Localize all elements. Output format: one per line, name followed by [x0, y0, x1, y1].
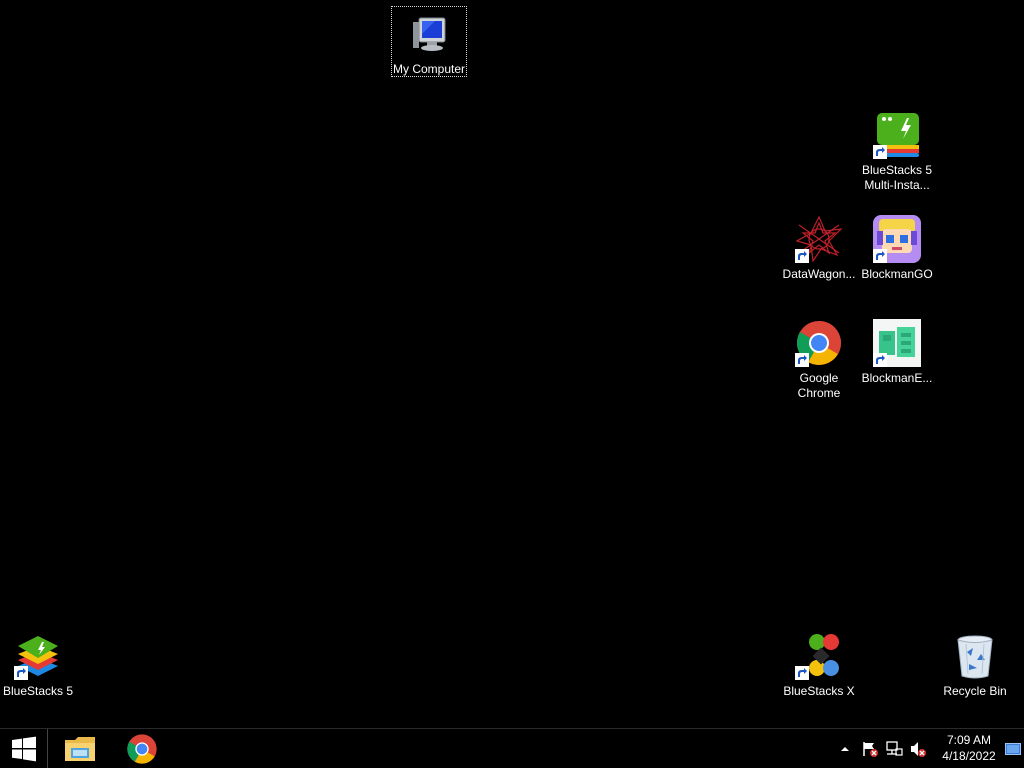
bluestacks-multi-icon — [873, 111, 921, 159]
folder-icon — [65, 736, 95, 761]
shortcut-arrow-icon — [873, 353, 887, 367]
taskbar-clock[interactable]: 7:09 AM 4/18/2022 — [930, 732, 1008, 764]
monitor-icon — [405, 10, 453, 58]
desktop-icon-label: BlockmanGO — [861, 267, 933, 281]
network-icon — [886, 740, 903, 756]
desktop: My Computer BlueStacks 5 Multi-Insta... — [0, 0, 1024, 728]
chevron-up-icon — [841, 746, 849, 751]
start-button[interactable] — [0, 729, 48, 768]
desktop-icon-label: DataWagon... — [782, 267, 856, 281]
my-computer-desktop-icon[interactable]: My Computer — [391, 6, 467, 77]
desktop-icon-label: BlueStacks 5 — [2, 684, 74, 698]
taskbar: 7:09 AM 4/18/2022 — [0, 728, 1024, 768]
google-chrome-desktop-icon[interactable]: Google Chrome — [781, 315, 857, 401]
desktop-icon-label: BlockmanE... — [861, 371, 933, 385]
blockman-editor-icon — [873, 319, 921, 367]
desktop-icon-label: Google Chrome — [797, 371, 841, 400]
blockmango-desktop-icon[interactable]: BlockmanGO — [859, 211, 935, 282]
recycle-bin-icon — [951, 632, 999, 680]
volume-muted-icon — [911, 741, 926, 757]
blockman-editor-desktop-icon[interactable]: BlockmanE... — [859, 315, 935, 386]
desktop-icon-label: BlueStacks 5 Multi-Insta... — [861, 163, 933, 192]
taskbar-chrome-button[interactable] — [118, 729, 166, 768]
bluestacks-x-desktop-icon[interactable]: BlueStacks X — [781, 628, 857, 699]
datawagon-icon — [795, 215, 843, 263]
taskbar-file-explorer-button[interactable] — [56, 729, 104, 768]
show-hidden-icons-button[interactable] — [838, 729, 852, 768]
action-center-flag-icon — [863, 741, 878, 757]
volume-tray-button[interactable] — [908, 729, 928, 768]
shortcut-arrow-icon — [795, 249, 809, 263]
desktop-icon-label: My Computer — [392, 62, 466, 76]
show-desktop-button[interactable] — [1005, 742, 1021, 755]
show-desktop-icon — [1005, 743, 1021, 755]
action-center-tray-button[interactable] — [860, 729, 880, 768]
network-tray-button[interactable] — [884, 729, 904, 768]
windows-logo-icon — [11, 736, 36, 761]
bluestacks-multi-instance-desktop-icon[interactable]: BlueStacks 5 Multi-Insta... — [859, 107, 935, 193]
chrome-icon — [795, 319, 843, 367]
shortcut-arrow-icon — [14, 666, 28, 680]
bluestacks-icon — [14, 632, 62, 680]
bluestacks-x-icon — [795, 632, 843, 680]
recycle-bin-desktop-icon[interactable]: Recycle Bin — [937, 628, 1013, 699]
chrome-icon — [127, 733, 157, 764]
shortcut-arrow-icon — [873, 145, 887, 159]
bluestacks5-desktop-icon[interactable]: BlueStacks 5 — [0, 628, 76, 699]
desktop-icon-label: Recycle Bin — [943, 684, 1007, 698]
desktop-icon-label: BlueStacks X — [783, 684, 855, 698]
blockmango-icon — [873, 215, 921, 263]
shortcut-arrow-icon — [795, 353, 809, 367]
clock-time: 7:09 AM — [946, 733, 992, 747]
shortcut-arrow-icon — [795, 666, 809, 680]
datawagon-desktop-icon[interactable]: DataWagon... — [781, 211, 857, 282]
shortcut-arrow-icon — [873, 249, 887, 263]
clock-date: 4/18/2022 — [942, 749, 996, 763]
